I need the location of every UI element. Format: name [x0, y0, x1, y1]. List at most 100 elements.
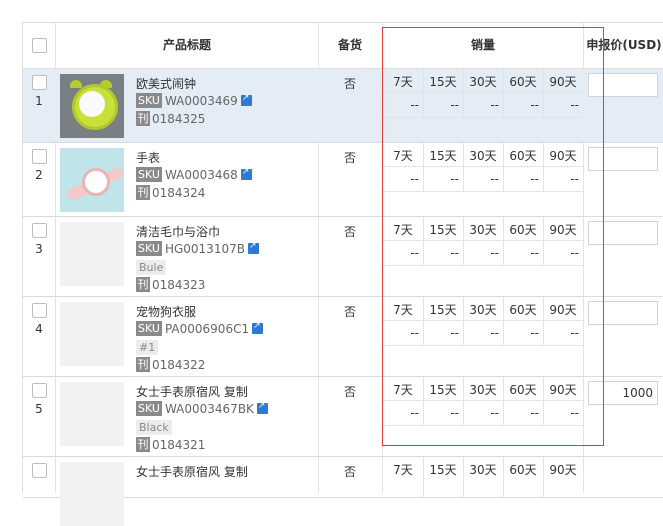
stock-value: 否 — [343, 77, 356, 91]
declared-price-input[interactable] — [588, 73, 658, 97]
sales-value: -- — [410, 246, 419, 260]
product-title: 手表 — [136, 151, 161, 165]
sales-value: -- — [410, 406, 419, 420]
listing-id-tag: 刊 — [136, 357, 150, 372]
external-link-icon[interactable] — [247, 241, 259, 254]
external-link-icon[interactable] — [252, 321, 264, 334]
sales-period-label: 15天 — [429, 463, 457, 477]
listing-id-line: 刊 0184322 — [136, 357, 205, 372]
sales-value: -- — [490, 172, 499, 186]
sales-value: -- — [570, 406, 579, 420]
sku-value: HG0013107B — [164, 241, 245, 256]
sku-value: WA0003469 — [164, 93, 238, 108]
sales-value: -- — [450, 172, 459, 186]
row-checkbox[interactable] — [32, 463, 47, 478]
external-link-icon[interactable] — [240, 167, 252, 180]
sales-period-label: 30天 — [469, 149, 497, 163]
listing-id-line: 刊 0184324 — [136, 185, 205, 200]
product-thumbnail[interactable] — [60, 382, 124, 446]
sales-period-label: 15天 — [429, 383, 457, 397]
sales-value: -- — [530, 246, 539, 260]
sku-tag: SKU — [136, 241, 162, 256]
select-all-checkbox[interactable] — [32, 38, 47, 53]
sales-value: -- — [450, 98, 459, 112]
sales-value: -- — [490, 406, 499, 420]
external-link-icon[interactable] — [256, 401, 268, 414]
row-checkbox[interactable] — [32, 149, 47, 164]
listing-id-value: 0184321 — [152, 437, 206, 452]
product-table: 产品标题 备货 销量 申报价(USD) 1欧美式闹钟SKUWA0003469刊0… — [22, 22, 663, 526]
stock-value: 否 — [343, 305, 356, 319]
sales-period-label: 30天 — [469, 463, 497, 477]
row-checkbox[interactable] — [32, 303, 47, 318]
sales-grid: 7天 -- 15天 -- 30天 -- 60天 -- 90天 -- — [383, 377, 583, 456]
declared-price-input[interactable] — [588, 301, 658, 325]
product-thumbnail[interactable] — [60, 148, 124, 212]
product-thumbnail[interactable] — [60, 74, 124, 138]
product-title: 欧美式闹钟 — [136, 77, 197, 91]
sku-tag: SKU — [136, 401, 162, 416]
sales-value: -- — [570, 98, 579, 112]
header-stock: 备货 — [337, 38, 362, 52]
sales-value: -- — [410, 98, 419, 112]
declared-price-input[interactable] — [588, 147, 658, 171]
sales-grid: 7天 -- 15天 -- 30天 -- 60天 -- 90天 -- — [383, 297, 583, 376]
sales-value: -- — [570, 326, 579, 340]
sku-line: SKU WA0003467BK — [136, 401, 268, 416]
stock-value: 否 — [343, 465, 356, 479]
sales-period-label: 60天 — [509, 223, 537, 237]
table-row[interactable]: 3 清洁毛巾与浴巾 SKUHG0013107B Bule 刊0184323 否 7天 -- 15… — [23, 217, 663, 297]
row-index: 5 — [35, 402, 43, 416]
variant-line: Bule — [136, 260, 167, 275]
external-link-icon[interactable] — [240, 93, 252, 106]
sku-tag: SKU — [136, 167, 162, 182]
product-thumbnail[interactable] — [60, 302, 124, 366]
sales-period-label: 15天 — [429, 75, 457, 89]
sales-value: -- — [450, 406, 459, 420]
sales-value: -- — [530, 326, 539, 340]
table-row[interactable]: 4 宠物狗衣服 SKUPA0006906C1 #1 刊0184322 否 7天 -- 15天 --… — [23, 297, 663, 377]
variant-tag: Bule — [136, 260, 167, 275]
table-row[interactable]: 女士手表原宿风 复制 否 7天 15天 30天 60天 90天 — [23, 457, 663, 526]
sku-line: SKU WA0003468 — [136, 167, 252, 182]
sales-period-label: 7天 — [393, 463, 413, 477]
variant-line: #1 — [136, 340, 159, 355]
row-checkbox[interactable] — [32, 383, 47, 398]
table-row[interactable]: 5 女士手表原宿风 复制 SKUWA0003467BK Black 刊0184321 否 7… — [23, 377, 663, 457]
declared-price-input[interactable] — [588, 221, 658, 245]
sales-period-label: 90天 — [549, 149, 577, 163]
sales-period-label: 90天 — [549, 223, 577, 237]
sku-tag: SKU — [136, 321, 162, 336]
table-row[interactable]: 2 手表 SKUWA0003468 刊0184324 否 7天 -- 15天 -- 30天 -- 60… — [23, 143, 663, 217]
sales-grid: 7天 -- 15天 -- 30天 -- 60天 -- 90天 -- — [383, 143, 583, 216]
product-thumbnail[interactable] — [60, 462, 124, 526]
sales-grid: 7天 -- 15天 -- 30天 -- 60天 -- 90天 -- — [383, 217, 583, 296]
sku-line: SKU HG0013107B — [136, 241, 259, 256]
sales-period-label: 30天 — [469, 383, 497, 397]
sales-period-label: 60天 — [509, 75, 537, 89]
variant-line: Black — [136, 420, 172, 435]
sku-tag: SKU — [136, 93, 162, 108]
sales-period-label: 7天 — [393, 303, 413, 317]
product-thumbnail[interactable] — [60, 222, 124, 286]
row-index: 4 — [35, 322, 43, 336]
sales-value: -- — [490, 98, 499, 112]
row-index: 3 — [35, 242, 43, 256]
stock-value: 否 — [343, 151, 356, 165]
table-row[interactable]: 1欧美式闹钟SKUWA0003469刊0184325否7天--15天--30天-… — [23, 69, 663, 143]
sku-value: WA0003467BK — [164, 401, 254, 416]
declared-price-input[interactable]: 1000 — [588, 381, 658, 405]
sku-line: SKU PA0006906C1 — [136, 321, 264, 336]
stock-value: 否 — [343, 225, 356, 239]
sales-grid: 7天 15天 30天 60天 90天 — [383, 457, 583, 497]
variant-tag: Black — [136, 420, 172, 435]
listing-id-line: 刊 0184325 — [136, 111, 205, 126]
sales-period-label: 15天 — [429, 223, 457, 237]
row-checkbox[interactable] — [32, 223, 47, 238]
sales-value: -- — [530, 98, 539, 112]
sales-period-label: 15天 — [429, 303, 457, 317]
row-checkbox[interactable] — [32, 75, 47, 90]
sales-period-label: 30天 — [469, 223, 497, 237]
sales-grid: 7天 -- 15天 -- 30天 -- 60天 -- 90天 -- — [383, 69, 583, 142]
sales-period-label: 7天 — [393, 223, 413, 237]
